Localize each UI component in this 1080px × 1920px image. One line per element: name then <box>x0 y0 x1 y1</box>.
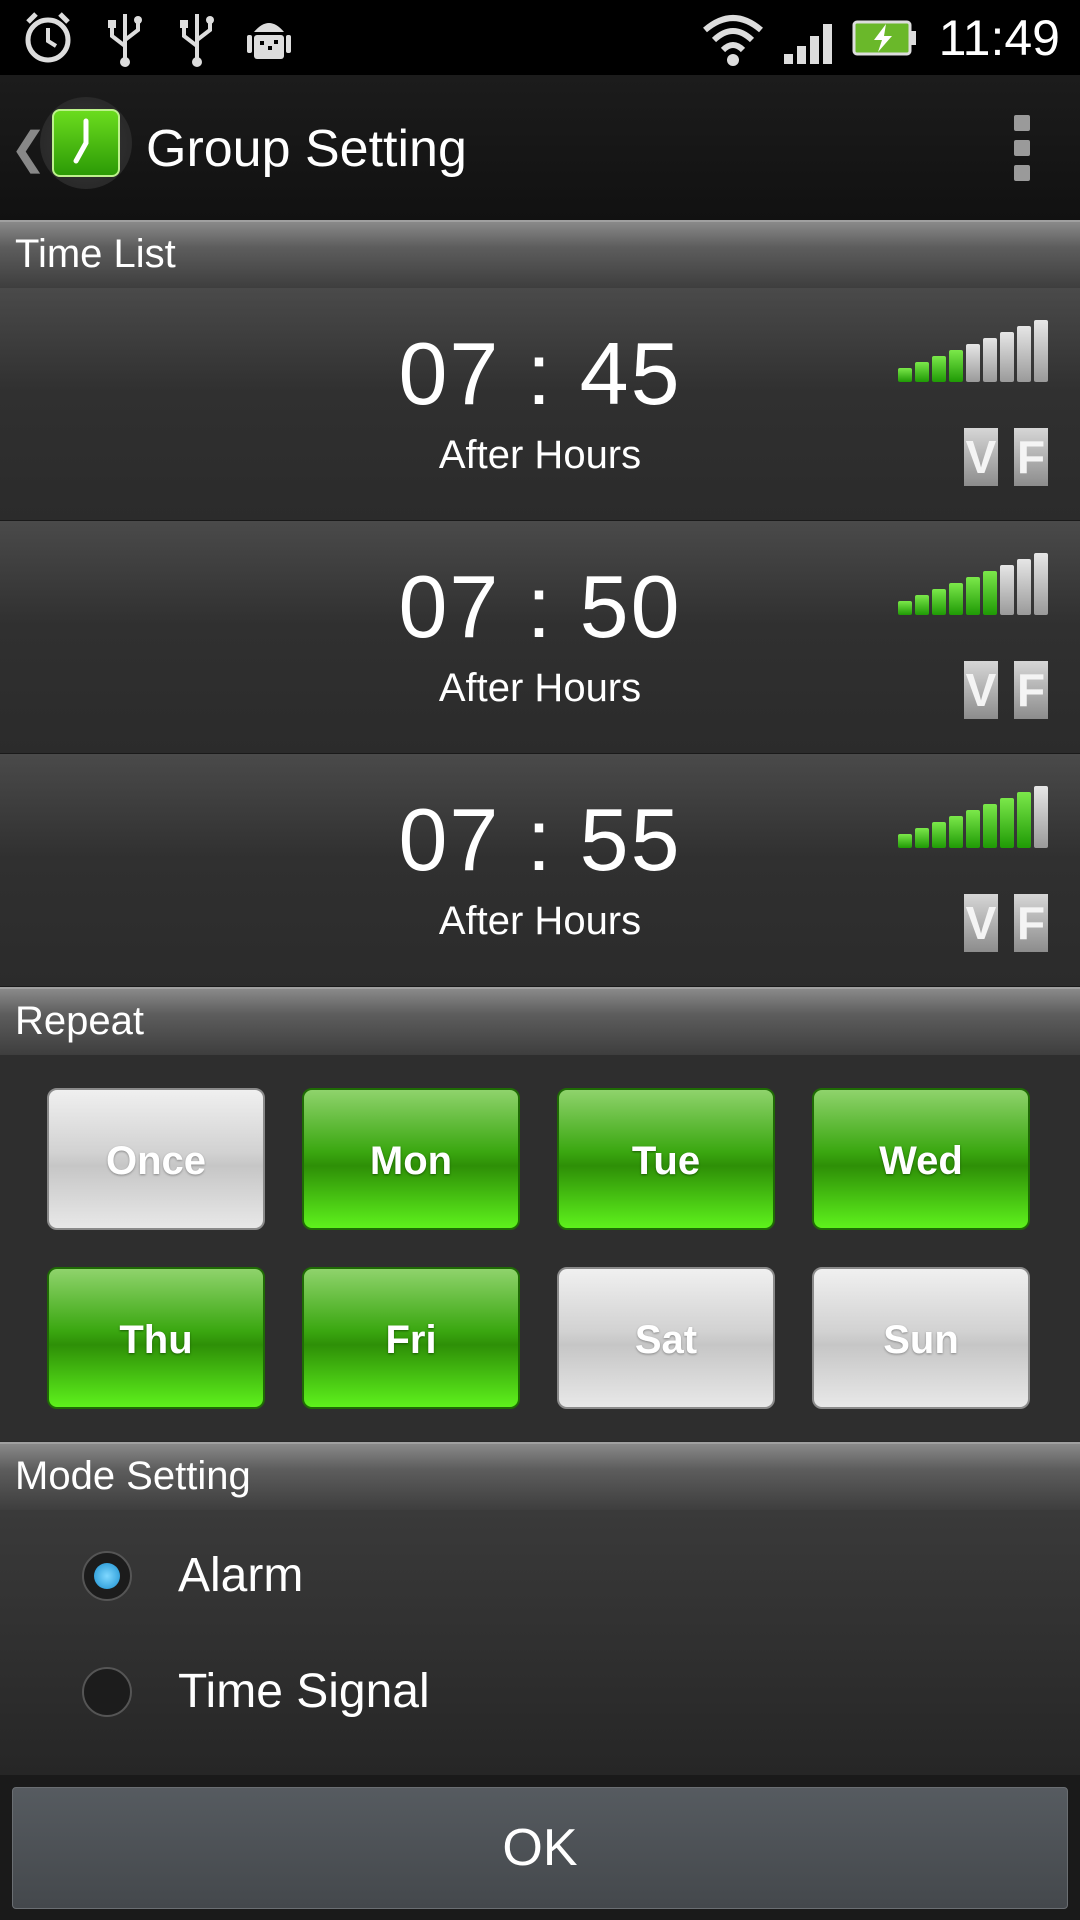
volume-bar <box>1017 559 1031 615</box>
ok-button[interactable]: OK <box>12 1787 1068 1909</box>
day-toggle-mon[interactable]: Mon <box>302 1088 520 1230</box>
section-title: Repeat <box>15 999 144 1043</box>
volume-bar <box>1000 332 1014 382</box>
volume-bar <box>966 810 980 848</box>
volume-bar <box>932 589 946 615</box>
wifi-icon <box>703 15 763 66</box>
volume-bar <box>915 828 929 848</box>
alarm-clock-icon <box>25 12 71 63</box>
volume-bar <box>949 350 963 382</box>
action-bar: ❮ Group Setting <box>0 75 1080 220</box>
section-header-time-list: Time List <box>0 220 1080 288</box>
volume-bar <box>1017 326 1031 382</box>
flash-indicator: F <box>1014 894 1048 952</box>
volume-bars-icon <box>898 320 1048 382</box>
volume-bars-icon <box>898 786 1048 848</box>
radio-label-time-signal[interactable]: Time Signal <box>178 1664 430 1719</box>
time-list-item[interactable]: 07 : 45 After Hours V F <box>0 288 1080 521</box>
vibrate-flash-indicators: V F <box>964 428 1048 486</box>
flash-indicator: F <box>1014 661 1048 719</box>
day-toggle-fri[interactable]: Fri <box>302 1267 520 1409</box>
section-header-mode-setting: Mode Setting <box>0 1442 1080 1510</box>
repeat-days-grid: Once Mon Tue Wed Thu Fri Sat Sun <box>0 1055 1080 1441</box>
volume-bar <box>1000 798 1014 848</box>
volume-bar <box>949 583 963 615</box>
volume-bar <box>915 362 929 382</box>
section-title: Mode Setting <box>15 1454 251 1498</box>
bottom-bar: OK <box>0 1775 1080 1920</box>
day-toggle-sat[interactable]: Sat <box>557 1267 775 1409</box>
volume-bar <box>1000 565 1014 615</box>
mode-options: Alarm Time Signal <box>0 1510 1080 1775</box>
day-toggle-once[interactable]: Once <box>47 1088 265 1230</box>
vibrate-indicator: V <box>964 428 998 486</box>
day-toggle-wed[interactable]: Wed <box>812 1088 1030 1230</box>
vibrate-flash-indicators: V F <box>964 661 1048 719</box>
volume-bar <box>898 834 912 848</box>
time-list-item[interactable]: 07 : 55 After Hours V F <box>0 754 1080 987</box>
alarm-label: After Hours <box>438 899 642 943</box>
volume-bar <box>966 577 980 615</box>
signal-icon <box>784 24 832 64</box>
volume-bar <box>932 822 946 848</box>
volume-bar <box>1034 786 1048 848</box>
volume-bar <box>915 595 929 615</box>
volume-bar <box>949 816 963 848</box>
volume-bar <box>966 344 980 382</box>
time-list-item[interactable]: 07 : 50 After Hours V F <box>0 521 1080 754</box>
vibrate-flash-indicators: V F <box>964 894 1048 952</box>
volume-bar <box>898 368 912 382</box>
radio-label-alarm[interactable]: Alarm <box>178 1548 303 1603</box>
radio-time-signal[interactable] <box>82 1667 132 1717</box>
radio-alarm[interactable] <box>82 1551 132 1601</box>
volume-bar <box>1034 320 1048 382</box>
section-header-repeat: Repeat <box>0 987 1080 1055</box>
vibrate-indicator: V <box>964 894 998 952</box>
alarm-label: After Hours <box>438 433 642 477</box>
volume-bar <box>983 804 997 848</box>
volume-bar <box>1017 792 1031 848</box>
page-title: Group Setting <box>146 120 467 178</box>
volume-bar <box>898 601 912 615</box>
volume-bar <box>983 338 997 382</box>
android-debug-icon <box>247 23 291 59</box>
volume-bar <box>1034 553 1048 615</box>
volume-bars-icon <box>898 553 1048 615</box>
day-toggle-sun[interactable]: Sun <box>812 1267 1030 1409</box>
section-title: Time List <box>15 232 176 276</box>
day-toggle-thu[interactable]: Thu <box>47 1267 265 1409</box>
overflow-menu-icon[interactable] <box>1014 115 1034 181</box>
status-clock: 11:49 <box>938 10 1060 66</box>
alarm-label: After Hours <box>438 666 642 710</box>
flash-indicator: F <box>1014 428 1048 486</box>
status-bar: 11:49 <box>0 0 1080 75</box>
app-clock-icon[interactable] <box>40 97 132 189</box>
day-toggle-tue[interactable]: Tue <box>557 1088 775 1230</box>
vibrate-indicator: V <box>964 661 998 719</box>
usb-icon <box>108 14 142 67</box>
usb-icon <box>180 14 214 67</box>
volume-bar <box>983 571 997 615</box>
volume-bar <box>932 356 946 382</box>
battery-charging-icon <box>852 20 916 56</box>
